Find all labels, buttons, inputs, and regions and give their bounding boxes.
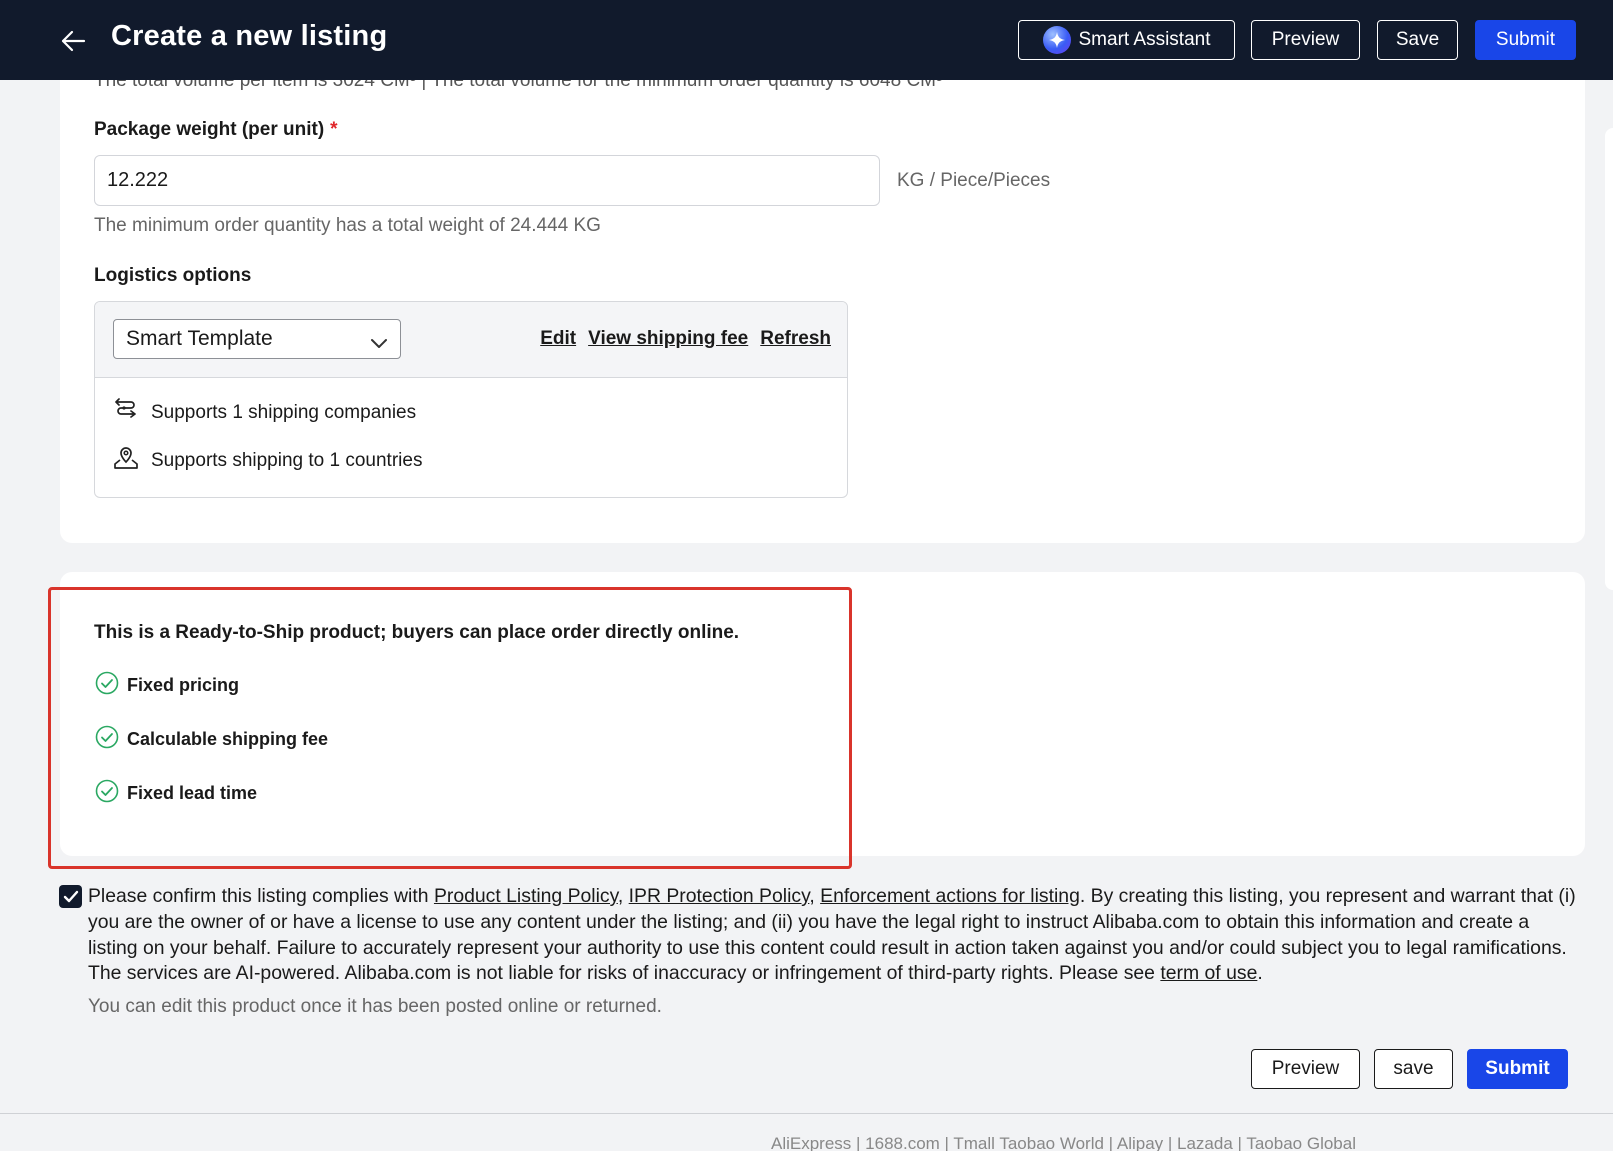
shipping-companies-row: Supports 1 shipping companies (113, 398, 416, 428)
total-weight-hint: The minimum order quantity has a total w… (94, 215, 601, 236)
scroll-edge (1605, 128, 1613, 590)
bottom-submit-button[interactable]: Submit (1467, 1049, 1568, 1089)
edit-note: You can edit this product once it has be… (88, 996, 662, 1017)
header-save-button[interactable]: Save (1377, 20, 1458, 60)
view-shipping-fee-link[interactable]: View shipping fee (588, 328, 748, 350)
logistics-actions: Edit View shipping fee Refresh (540, 328, 831, 350)
edit-link[interactable]: Edit (540, 328, 576, 350)
location-pin-icon (113, 446, 139, 476)
route-icon (113, 398, 139, 428)
footer-links[interactable]: AliExpress | 1688.com | Tmall Taobao Wor… (771, 1134, 1356, 1151)
enforcement-actions-link[interactable]: Enforcement actions for listing (820, 885, 1080, 907)
checkmark-icon (63, 890, 78, 902)
chevron-down-icon (370, 331, 388, 355)
package-weight-label: Package weight (per unit) * (94, 119, 338, 141)
rts-item: Fixed lead time (95, 779, 257, 808)
package-weight-label-text: Package weight (per unit) (94, 119, 325, 140)
ready-to-ship-title: This is a Ready-to-Ship product; buyers … (94, 622, 740, 643)
consent-separator: , (809, 885, 821, 907)
consent-end: . (1257, 962, 1263, 985)
consent-prefix: Please confirm this listing complies wit… (88, 885, 434, 907)
back-arrow-icon[interactable] (58, 26, 88, 56)
smart-assistant-button[interactable]: Smart Assistant (1018, 20, 1235, 60)
header-preview-button[interactable]: Preview (1251, 20, 1360, 60)
check-circle-icon (95, 779, 119, 808)
shipping-template-select[interactable]: Smart Template (113, 319, 401, 359)
logistics-options-label: Logistics options (94, 265, 252, 286)
header-submit-button[interactable]: Submit (1475, 20, 1576, 60)
logistics-toolbar: Smart Template Edit View shipping fee Re… (95, 302, 847, 378)
shipping-countries-text: Supports shipping to 1 countries (151, 450, 423, 471)
shipping-companies-text: Supports 1 shipping companies (151, 402, 417, 423)
rts-item-label: Calculable shipping fee (127, 729, 329, 749)
shipping-template-value: Smart Template (126, 327, 273, 350)
product-listing-policy-link[interactable]: Product Listing Policy (434, 885, 618, 907)
weight-unit: KG / Piece/Pieces (897, 170, 1051, 191)
refresh-link[interactable]: Refresh (760, 328, 831, 350)
consent-checkbox[interactable] (59, 885, 82, 908)
top-header: Create a new listing Smart Assistant Pre… (0, 0, 1613, 80)
check-circle-icon (95, 671, 119, 700)
logistics-box: Smart Template Edit View shipping fee Re… (94, 301, 848, 498)
required-mark: * (330, 119, 338, 140)
consent-separator: , (617, 885, 629, 907)
check-circle-icon (95, 725, 119, 754)
package-weight-input[interactable]: 12.222 (94, 155, 880, 206)
rts-item-label: Fixed lead time (127, 783, 258, 803)
rts-item: Calculable shipping fee (95, 725, 328, 754)
footer-divider (0, 1113, 1613, 1114)
rts-item: Fixed pricing (95, 671, 239, 700)
bottom-preview-button[interactable]: Preview (1251, 1049, 1360, 1089)
consent-text: Please confirm this listing complies wit… (88, 884, 1583, 987)
sparkle-icon (1042, 26, 1071, 54)
rts-item-label: Fixed pricing (127, 675, 240, 695)
page-title: Create a new listing (111, 20, 388, 52)
bottom-save-button[interactable]: save (1374, 1049, 1453, 1089)
shipping-countries-row: Supports shipping to 1 countries (113, 446, 422, 476)
smart-assistant-label: Smart Assistant (1078, 29, 1211, 50)
term-of-use-link[interactable]: term of use (1160, 962, 1257, 984)
ipr-protection-policy-link[interactable]: IPR Protection Policy (629, 885, 810, 907)
